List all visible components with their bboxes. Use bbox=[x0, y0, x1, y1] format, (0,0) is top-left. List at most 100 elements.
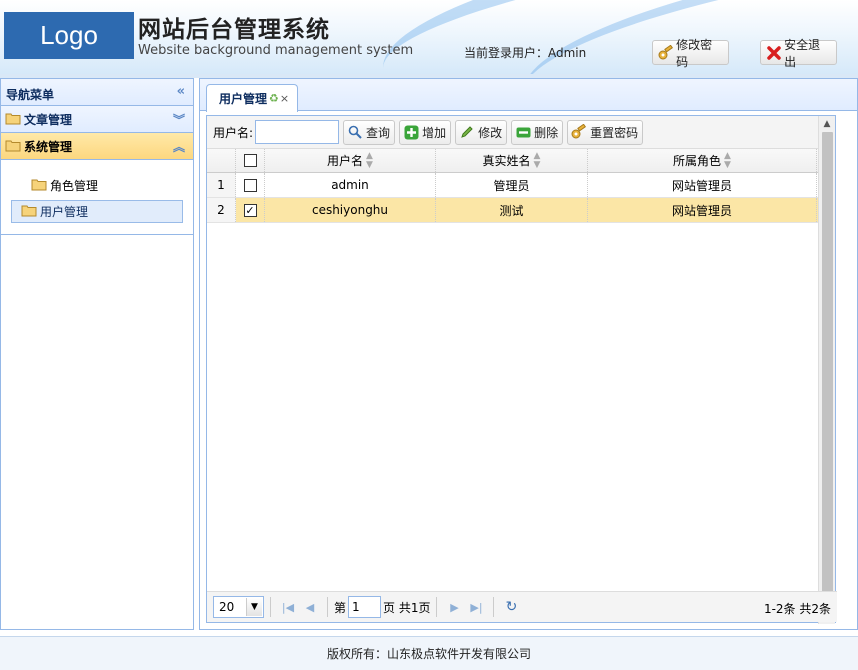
row-number: 1 bbox=[207, 173, 236, 197]
edit-button[interactable]: 修改 bbox=[455, 119, 508, 145]
refresh-icon[interactable]: ♻ bbox=[269, 92, 279, 105]
row-checkbox-cell bbox=[236, 173, 265, 197]
pagination-info: 1-2条 共2条 bbox=[763, 602, 831, 616]
query-label: 查询 bbox=[366, 125, 391, 140]
copyright-text: 版权所有：山东极点软件开发有限公司 bbox=[326, 647, 531, 661]
main-panel: 用户管理 ♻ × 用户名: 查询 增加 修改 删除 重置密码 用户名 ▲ ▼ 真… bbox=[199, 78, 858, 630]
username-search-input[interactable] bbox=[255, 120, 340, 144]
reset-password-label: 重置密码 bbox=[590, 125, 639, 140]
refresh-icon[interactable]: ↻ bbox=[500, 596, 522, 618]
page-number-input[interactable]: 1 bbox=[348, 596, 382, 618]
page-size-select[interactable]: 20 ▼ bbox=[213, 596, 264, 618]
folder-icon bbox=[21, 203, 37, 220]
sidebar-group-body: 角色管理 用户管理 bbox=[1, 160, 193, 235]
first-page-icon[interactable]: |◀ bbox=[277, 596, 299, 618]
sidebar-group-label: 系统管理 bbox=[24, 139, 73, 154]
cell-username: admin bbox=[265, 173, 436, 197]
sidebar-item-label: 用户管理 bbox=[40, 205, 89, 219]
sidebar-group-label: 文章管理 bbox=[24, 112, 73, 127]
column-header-label: 用户名 bbox=[327, 154, 364, 168]
footer: 版权所有：山东极点软件开发有限公司 bbox=[0, 636, 858, 670]
cell-username: ceshiyonghu bbox=[265, 198, 436, 222]
close-tab-icon[interactable]: × bbox=[280, 92, 289, 105]
query-button[interactable]: 查询 bbox=[343, 119, 396, 145]
column-header-label: 所属角色 bbox=[673, 154, 722, 168]
add-label: 增加 bbox=[422, 125, 447, 140]
tab-label: 用户管理 bbox=[219, 92, 268, 106]
last-page-icon[interactable]: ▶| bbox=[465, 596, 487, 618]
select-all-cell bbox=[236, 149, 265, 172]
system-subtitle: Website background management system bbox=[138, 43, 414, 58]
table-header: 用户名 ▲ ▼ 真实姓名 ▲ ▼ 所属角色 ▲ ▼ bbox=[207, 149, 835, 173]
system-title: 网站后台管理系统 bbox=[138, 17, 330, 43]
row-checkbox-cell: ✓ bbox=[236, 198, 265, 222]
key-icon bbox=[571, 124, 587, 140]
logout-label: 安全退出 bbox=[784, 37, 821, 69]
column-header-label: 真实姓名 bbox=[482, 154, 531, 168]
sidebar-group-system[interactable]: 系统管理 ︽ bbox=[1, 133, 193, 160]
key-icon bbox=[657, 44, 674, 62]
cell-realname: 测试 bbox=[436, 198, 588, 222]
scroll-up-icon[interactable]: ▲ bbox=[819, 116, 835, 131]
sidebar-item-roles[interactable]: 角色管理 bbox=[11, 174, 183, 197]
row-checkbox[interactable] bbox=[243, 178, 257, 192]
delete-button[interactable]: 删除 bbox=[511, 119, 564, 145]
plus-icon bbox=[403, 124, 419, 140]
column-header-realname[interactable]: 真实姓名 ▲ ▼ bbox=[436, 149, 588, 172]
next-page-icon[interactable]: ▶ bbox=[443, 596, 465, 618]
tab-bar: 用户管理 ♻ × bbox=[200, 79, 857, 112]
logo: Logo bbox=[4, 12, 134, 59]
table-row[interactable]: 1 admin 管理员 网站管理员 bbox=[207, 173, 835, 198]
pagination-bar: 20 ▼ |◀ ◀ 第 1 页 共1页 ▶ ▶| ↻ 1-2条 共2条 bbox=[207, 591, 837, 622]
sidebar-title: 导航菜单 bbox=[6, 88, 55, 102]
sort-icon: ▲ ▼ bbox=[366, 150, 373, 170]
chevron-down-icon[interactable]: ︾ bbox=[173, 111, 185, 128]
cell-role: 网站管理员 bbox=[588, 198, 817, 222]
collapse-icon[interactable]: « bbox=[177, 84, 185, 99]
change-password-button[interactable]: 修改密码 bbox=[652, 38, 729, 69]
minus-icon bbox=[515, 124, 531, 140]
prev-page-icon[interactable]: ◀ bbox=[299, 596, 321, 618]
toolbar: 用户名: 查询 增加 修改 删除 重置密码 bbox=[207, 116, 835, 149]
separator bbox=[270, 597, 271, 617]
vertical-scrollbar[interactable]: ▲ ▼ bbox=[818, 116, 835, 624]
close-icon bbox=[765, 44, 782, 62]
sidebar-group-article[interactable]: 文章管理 ︾ bbox=[1, 106, 193, 133]
tab-user-management[interactable]: 用户管理 ♻ × bbox=[206, 84, 298, 112]
scroll-thumb[interactable] bbox=[822, 132, 833, 602]
select-all-checkbox[interactable] bbox=[243, 154, 257, 167]
row-checkbox[interactable]: ✓ bbox=[243, 203, 257, 217]
pencil-icon bbox=[459, 124, 475, 140]
page-prefix: 第 bbox=[334, 600, 347, 615]
reset-password-button[interactable]: 重置密码 bbox=[567, 119, 644, 145]
delete-label: 删除 bbox=[534, 125, 559, 140]
folder-icon bbox=[31, 177, 47, 194]
user-grid: 用户名: 查询 增加 修改 删除 重置密码 用户名 ▲ ▼ 真实姓名 ▲ ▼ 所… bbox=[206, 115, 837, 624]
username-label: 用户名: bbox=[213, 125, 254, 140]
cell-role: 网站管理员 bbox=[588, 173, 817, 197]
column-header-role[interactable]: 所属角色 ▲ ▼ bbox=[588, 149, 817, 172]
logout-button[interactable]: 安全退出 bbox=[760, 38, 837, 69]
sort-icon: ▲ ▼ bbox=[724, 150, 731, 170]
search-icon bbox=[347, 124, 363, 140]
folder-icon bbox=[5, 111, 21, 128]
sort-icon: ▲ ▼ bbox=[533, 150, 541, 170]
sidebar-item-users[interactable]: 用户管理 bbox=[11, 200, 183, 223]
page-size-value: 20 bbox=[219, 600, 235, 614]
separator bbox=[493, 597, 495, 617]
row-number: 2 bbox=[207, 198, 236, 222]
chevron-down-icon[interactable]: ▼ bbox=[246, 598, 262, 616]
sidebar-item-label: 角色管理 bbox=[50, 179, 99, 193]
row-number-header bbox=[207, 149, 236, 172]
page-total-text: 页 共1页 bbox=[383, 600, 431, 615]
login-user-text: 当前登录用户：Admin bbox=[464, 46, 587, 60]
cell-realname: 管理员 bbox=[436, 173, 588, 197]
chevron-up-icon[interactable]: ︽ bbox=[173, 138, 185, 155]
folder-icon bbox=[5, 138, 21, 155]
sidebar-header: 导航菜单 « bbox=[1, 79, 193, 106]
separator bbox=[436, 597, 438, 617]
column-header-username[interactable]: 用户名 ▲ ▼ bbox=[265, 149, 436, 172]
table-row[interactable]: 2 ✓ ceshiyonghu 测试 网站管理员 bbox=[207, 198, 835, 223]
sidebar: 导航菜单 « 文章管理 ︾ 系统管理 ︽ 角色管理 用户管理 bbox=[0, 78, 194, 630]
add-button[interactable]: 增加 bbox=[399, 119, 452, 145]
